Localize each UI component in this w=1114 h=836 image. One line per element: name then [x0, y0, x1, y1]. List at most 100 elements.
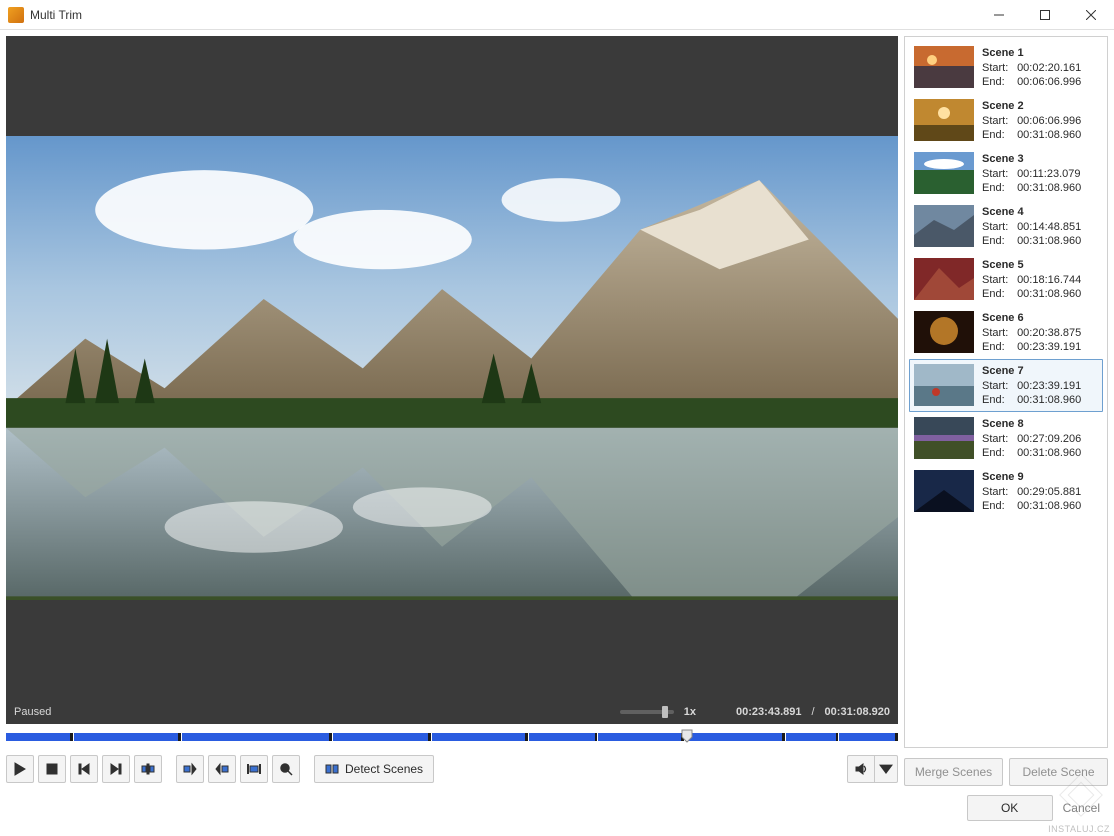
- scene-end: 00:23:39.191: [1017, 341, 1081, 353]
- playback-speed: 1x: [684, 706, 696, 718]
- detect-scenes-button[interactable]: Detect Scenes: [314, 755, 434, 783]
- end-label: End:: [982, 181, 1014, 195]
- segment-divider: [528, 731, 529, 743]
- start-label: Start:: [982, 61, 1014, 75]
- scene-name: Scene 6: [982, 311, 1081, 325]
- timeline-segment[interactable]: [838, 733, 895, 741]
- playback-status: Paused: [14, 706, 51, 718]
- scene-item[interactable]: Scene 8Start: 00:27:09.206End: 00:31:08.…: [909, 412, 1103, 465]
- timeline-segment[interactable]: [431, 733, 526, 741]
- end-label: End:: [982, 128, 1014, 142]
- scene-item[interactable]: Scene 9Start: 00:29:05.881End: 00:31:08.…: [909, 465, 1103, 518]
- cancel-button[interactable]: Cancel: [1063, 801, 1100, 815]
- end-label: End:: [982, 234, 1014, 248]
- scene-start: 00:20:38.875: [1017, 327, 1081, 339]
- scene-thumbnail: [914, 417, 974, 459]
- scene-start: 00:18:16.744: [1017, 274, 1081, 286]
- scene-name: Scene 2: [982, 99, 1081, 113]
- scene-item[interactable]: Scene 6Start: 00:20:38.875End: 00:23:39.…: [909, 306, 1103, 359]
- scene-end: 00:31:08.960: [1017, 288, 1081, 300]
- close-button[interactable]: [1068, 0, 1114, 30]
- player-statusbar: Paused 1x 00:23:43.891 / 00:31:08.920: [6, 700, 898, 724]
- speed-slider[interactable]: [620, 710, 674, 714]
- volume-button[interactable]: [847, 755, 875, 783]
- start-label: Start:: [982, 273, 1014, 287]
- scene-item[interactable]: Scene 7Start: 00:23:39.191End: 00:31:08.…: [909, 359, 1103, 412]
- end-label: End:: [982, 287, 1014, 301]
- scene-start: 00:27:09.206: [1017, 433, 1081, 445]
- scene-end: 00:31:08.960: [1017, 235, 1081, 247]
- scene-thumbnail: [914, 152, 974, 194]
- timeline-segment[interactable]: [785, 733, 836, 741]
- window-title: Multi Trim: [30, 8, 976, 22]
- scene-start: 00:06:06.996: [1017, 115, 1081, 127]
- merge-scenes-button[interactable]: Merge Scenes: [904, 758, 1003, 786]
- prev-frame-button[interactable]: [70, 755, 98, 783]
- scene-end: 00:31:08.960: [1017, 129, 1081, 141]
- segment-divider: [838, 731, 839, 743]
- start-label: Start:: [982, 379, 1014, 393]
- transport-controls: Detect Scenes: [6, 752, 898, 786]
- segment-divider: [73, 731, 74, 743]
- segment-divider: [597, 731, 598, 743]
- start-label: Start:: [982, 432, 1014, 446]
- scene-name: Scene 4: [982, 205, 1081, 219]
- timeline-segment[interactable]: [6, 733, 70, 741]
- timecode-separator: /: [811, 706, 814, 718]
- timeline-segment[interactable]: [181, 733, 329, 741]
- timeline-segment[interactable]: [332, 733, 428, 741]
- scene-item[interactable]: Scene 1Start: 00:02:20.161End: 00:06:06.…: [909, 41, 1103, 94]
- scene-item[interactable]: Scene 4Start: 00:14:48.851End: 00:31:08.…: [909, 200, 1103, 253]
- mark-out-button[interactable]: [208, 755, 236, 783]
- detect-scenes-label: Detect Scenes: [345, 762, 423, 776]
- split-button[interactable]: [134, 755, 162, 783]
- maximize-button[interactable]: [1022, 0, 1068, 30]
- video-preview[interactable]: [6, 36, 898, 700]
- timeline-segment[interactable]: [528, 733, 595, 741]
- end-label: End:: [982, 340, 1014, 354]
- scene-item[interactable]: Scene 3Start: 00:11:23.079End: 00:31:08.…: [909, 147, 1103, 200]
- preview-image: [6, 136, 898, 601]
- scene-list[interactable]: Scene 1Start: 00:02:20.161End: 00:06:06.…: [904, 36, 1108, 748]
- scene-name: Scene 3: [982, 152, 1081, 166]
- scene-start: 00:29:05.881: [1017, 486, 1081, 498]
- scene-thumbnail: [914, 364, 974, 406]
- scene-name: Scene 1: [982, 46, 1081, 60]
- trim-selection-button[interactable]: [240, 755, 268, 783]
- mark-in-button[interactable]: [176, 755, 204, 783]
- scene-item[interactable]: Scene 2Start: 00:06:06.996End: 00:31:08.…: [909, 94, 1103, 147]
- scene-name: Scene 8: [982, 417, 1081, 431]
- end-label: End:: [982, 499, 1014, 513]
- timeline[interactable]: [6, 728, 898, 746]
- minimize-button[interactable]: [976, 0, 1022, 30]
- next-frame-button[interactable]: [102, 755, 130, 783]
- segment-divider: [785, 731, 786, 743]
- play-button[interactable]: [6, 755, 34, 783]
- timeline-segment[interactable]: [597, 733, 681, 741]
- scene-thumbnail: [914, 258, 974, 300]
- zoom-button[interactable]: [272, 755, 300, 783]
- scene-start: 00:14:48.851: [1017, 221, 1081, 233]
- scene-thumbnail: [914, 46, 974, 88]
- stop-button[interactable]: [38, 755, 66, 783]
- end-label: End:: [982, 75, 1014, 89]
- scene-start: 00:23:39.191: [1017, 380, 1081, 392]
- ok-button[interactable]: OK: [967, 795, 1053, 821]
- duration-timecode: 00:31:08.920: [825, 706, 890, 718]
- scene-item[interactable]: Scene 5Start: 00:18:16.744End: 00:31:08.…: [909, 253, 1103, 306]
- scene-end: 00:06:06.996: [1017, 76, 1081, 88]
- scene-thumbnail: [914, 311, 974, 353]
- playhead[interactable]: [681, 729, 693, 743]
- timeline-segment[interactable]: [73, 733, 178, 741]
- delete-scene-button[interactable]: Delete Scene: [1009, 758, 1108, 786]
- scene-name: Scene 7: [982, 364, 1081, 378]
- end-label: End:: [982, 393, 1014, 407]
- scene-thumbnail: [914, 99, 974, 141]
- timeline-segment[interactable]: [684, 733, 782, 741]
- start-label: Start:: [982, 167, 1014, 181]
- start-label: Start:: [982, 220, 1014, 234]
- segment-divider: [332, 731, 333, 743]
- end-label: End:: [982, 446, 1014, 460]
- volume-dropdown-button[interactable]: [875, 755, 898, 783]
- scene-end: 00:31:08.960: [1017, 394, 1081, 406]
